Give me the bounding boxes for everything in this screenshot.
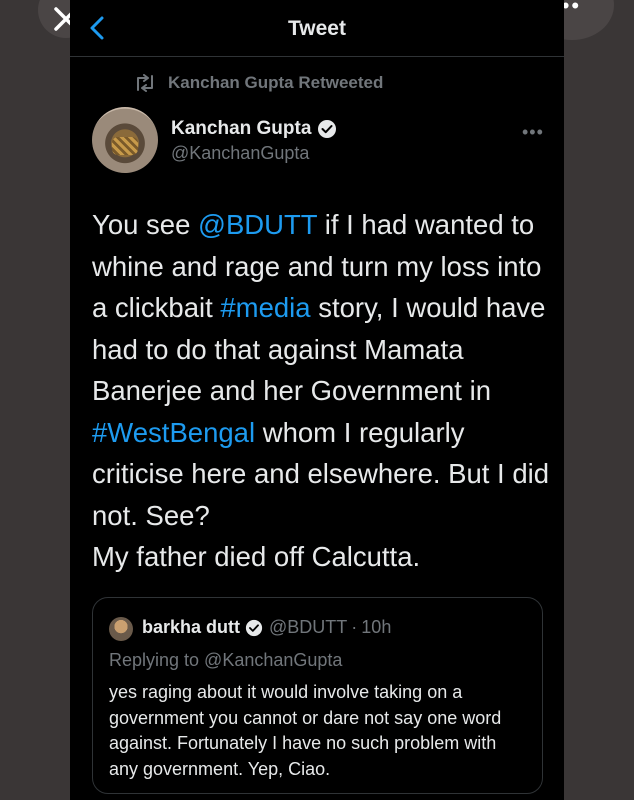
- quote-header: barkha dutt @BDUTT · 10h: [142, 617, 391, 638]
- quote-time: 10h: [361, 617, 392, 637]
- top-bar: Tweet: [70, 0, 564, 57]
- retweet-icon: [137, 74, 153, 92]
- tweet-text-segment: My father died off Calcutta.: [92, 541, 421, 572]
- quote-separator: ·: [351, 617, 358, 637]
- author-handle[interactable]: @KanchanGupta: [171, 143, 309, 164]
- retweet-context: Kanchan Gupta Retweeted: [134, 73, 383, 93]
- quote-avatar: [109, 617, 133, 641]
- tweet-link[interactable]: #media: [220, 292, 310, 323]
- quote-text: yes raging about it would involve taking…: [109, 682, 502, 779]
- tweet-link[interactable]: #WestBengal: [92, 417, 255, 448]
- quote-author-name: barkha dutt: [142, 617, 241, 637]
- tweet-text-segment: You see: [92, 209, 199, 240]
- tweet-text: You see @BDUTT if I had wanted to whine …: [92, 204, 552, 578]
- caret-icon[interactable]: •••: [522, 122, 544, 143]
- verified-icon: [318, 120, 337, 138]
- author-name-text: Kanchan Gupta: [171, 118, 312, 139]
- quote-reply-to: Replying to @KanchanGupta: [109, 650, 343, 670]
- tweet-screen: Tweet Kanchan Gupta Retweeted Kanchan Gu…: [70, 0, 564, 800]
- quoted-tweet[interactable]: barkha dutt @BDUTT · 10h Replying to @Ka…: [92, 597, 543, 794]
- page-title: Tweet: [288, 17, 346, 40]
- quote-handle: @BDUTT: [269, 617, 348, 637]
- retweet-label: Kanchan Gupta Retweeted: [168, 73, 384, 92]
- verified-icon: [245, 619, 263, 636]
- tweet-link[interactable]: @BDUTT: [198, 209, 317, 240]
- author-name[interactable]: Kanchan Gupta: [171, 118, 337, 140]
- avatar[interactable]: [92, 107, 158, 173]
